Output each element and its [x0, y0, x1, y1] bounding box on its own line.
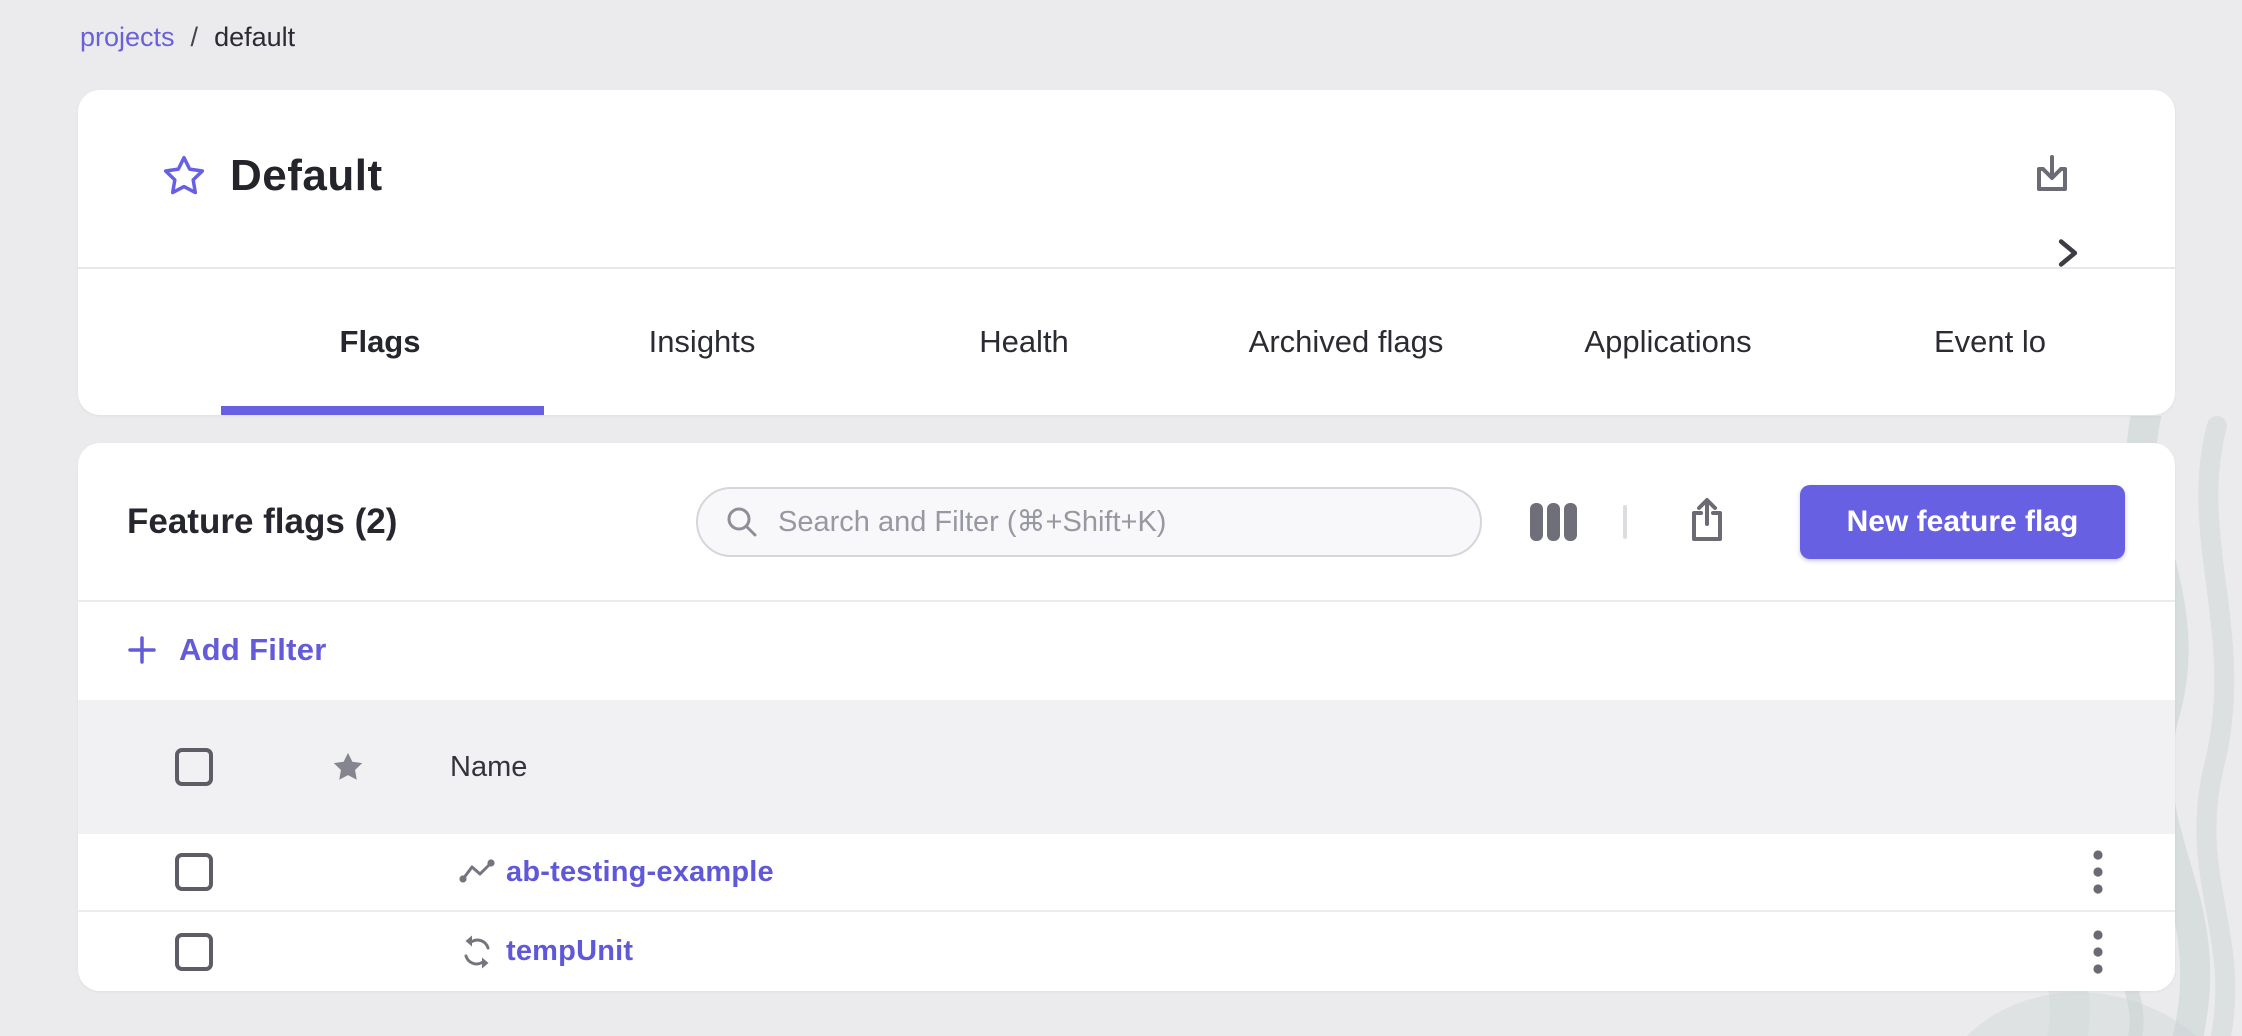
- panel-divider: [78, 600, 2175, 602]
- feature-flags-panel: Feature flags (2) New feature flag Add F…: [78, 443, 2175, 991]
- table-header-row: Name: [78, 700, 2175, 834]
- add-filter-label: Add Filter: [179, 632, 327, 668]
- export-project-button[interactable]: [2020, 142, 2084, 206]
- chevron-right-icon: [2055, 237, 2081, 269]
- cycle-icon: [460, 933, 494, 971]
- flag-link[interactable]: tempUnit: [506, 935, 633, 968]
- download-icon: [2029, 151, 2075, 197]
- name-column-header: Name: [450, 751, 527, 784]
- tab-insights[interactable]: Insights: [541, 269, 863, 415]
- columns-icon: [1528, 502, 1578, 542]
- favorite-project-button[interactable]: [156, 148, 212, 204]
- tabs-overflow-button[interactable]: [2043, 228, 2093, 278]
- active-tab-underline: [221, 406, 544, 415]
- breadcrumb-projects-link[interactable]: projects: [80, 22, 175, 53]
- row-checkbox[interactable]: [175, 853, 213, 891]
- star-outline-icon: [162, 154, 206, 198]
- share-icon: [1685, 496, 1729, 544]
- tab-health[interactable]: Health: [863, 269, 1185, 415]
- search-box: [696, 487, 1482, 557]
- trend-line-icon: [458, 858, 496, 886]
- tab-bar: Flags Insights Health Archived flags App…: [78, 269, 2175, 415]
- tab-flags[interactable]: Flags: [219, 269, 541, 415]
- table-row: tempUnit: [78, 912, 2175, 991]
- new-feature-flag-button[interactable]: New feature flag: [1800, 485, 2125, 559]
- project-header-card: Default Flags Insights Health Archived f…: [78, 90, 2175, 415]
- plus-icon: [127, 635, 157, 665]
- kebab-menu-icon: [2092, 848, 2104, 896]
- project-header: Default: [78, 90, 2175, 267]
- star-filled-icon: [331, 750, 365, 784]
- add-filter-button[interactable]: Add Filter: [127, 600, 327, 700]
- search-input[interactable]: [760, 489, 1480, 555]
- page-title: Default: [230, 148, 383, 204]
- toolbar-divider: [1623, 505, 1627, 539]
- flag-link[interactable]: ab-testing-example: [506, 856, 774, 889]
- breadcrumb-current: default: [214, 22, 295, 53]
- kebab-menu-icon: [2092, 928, 2104, 976]
- search-icon: [724, 504, 760, 540]
- row-menu-button[interactable]: [2074, 924, 2122, 980]
- table-row: ab-testing-example: [78, 834, 2175, 912]
- breadcrumb-separator: /: [191, 22, 199, 53]
- columns-view-button[interactable]: [1520, 489, 1586, 555]
- row-menu-button[interactable]: [2074, 844, 2122, 900]
- row-checkbox[interactable]: [175, 933, 213, 971]
- tab-archived-flags[interactable]: Archived flags: [1185, 269, 1507, 415]
- tab-event-log[interactable]: Event lo: [1829, 269, 2151, 415]
- share-button[interactable]: [1674, 487, 1740, 553]
- select-all-checkbox[interactable]: [175, 748, 213, 786]
- panel-title: Feature flags (2): [127, 443, 397, 600]
- tab-applications[interactable]: Applications: [1507, 269, 1829, 415]
- breadcrumb: projects / default: [80, 22, 295, 53]
